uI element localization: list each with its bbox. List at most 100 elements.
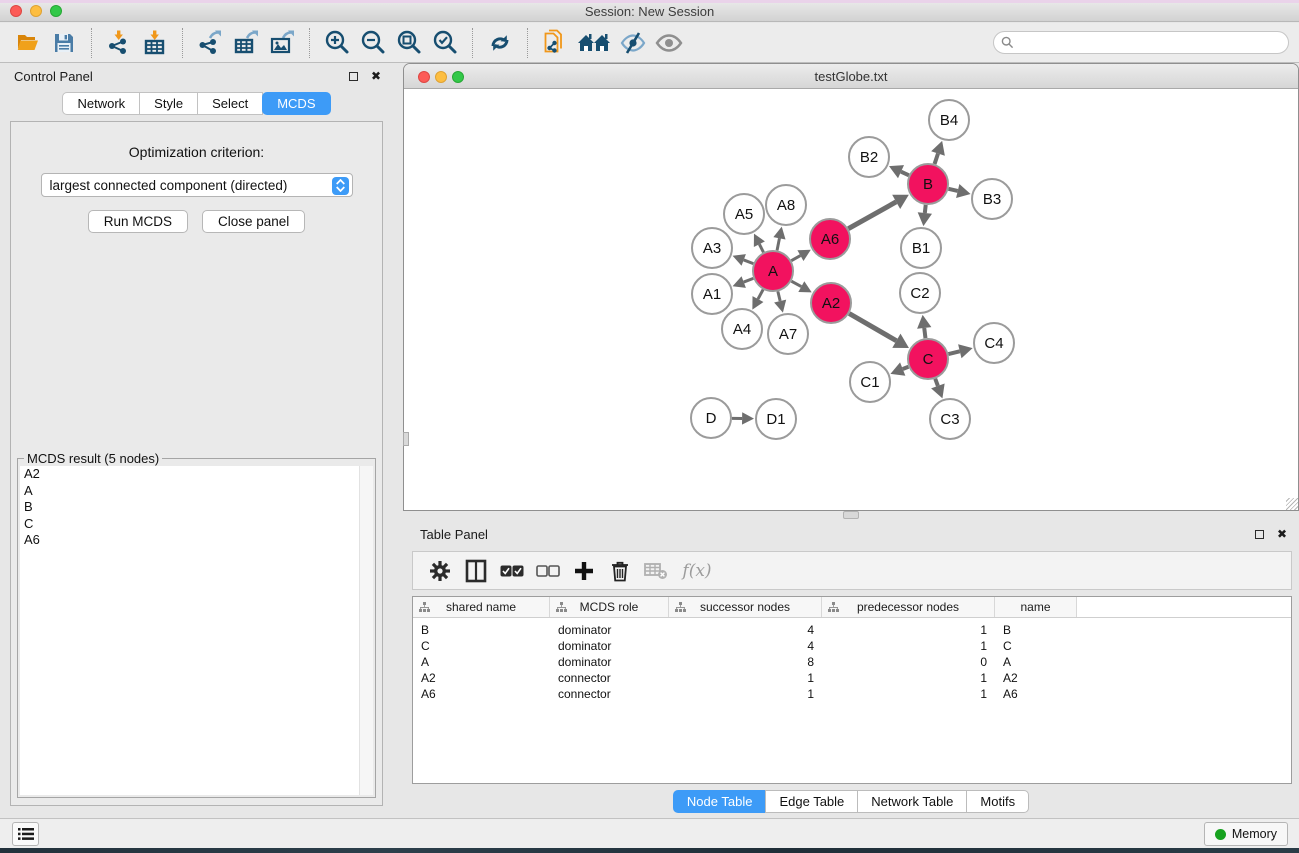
window-resize-grip[interactable] bbox=[1286, 498, 1298, 510]
result-item[interactable]: B bbox=[20, 499, 373, 516]
column-header-shared-name[interactable]: shared name bbox=[413, 597, 550, 617]
horizontal-divider[interactable] bbox=[403, 511, 1299, 521]
home-button[interactable] bbox=[573, 26, 615, 60]
tab-select[interactable]: Select bbox=[197, 92, 263, 115]
edge-A-A5[interactable] bbox=[759, 244, 763, 252]
cell-successor-nodes[interactable]: 4 bbox=[669, 639, 822, 653]
edge-B-B2[interactable] bbox=[901, 172, 909, 176]
tab-node-table[interactable]: Node Table bbox=[673, 790, 767, 813]
cell-successor-nodes[interactable]: 8 bbox=[669, 655, 822, 669]
edge-A-A2[interactable] bbox=[791, 281, 801, 286]
tab-style[interactable]: Style bbox=[139, 92, 198, 115]
export-network-button[interactable] bbox=[192, 26, 228, 60]
mcds-result-list[interactable]: A2ABCA6 bbox=[20, 466, 373, 795]
edge-B-B4[interactable] bbox=[935, 153, 938, 164]
export-image-button[interactable] bbox=[264, 26, 300, 60]
cell-predecessor-nodes[interactable]: 0 bbox=[822, 655, 995, 669]
create-column-button[interactable] bbox=[569, 556, 599, 586]
result-item[interactable]: A2 bbox=[20, 466, 373, 483]
network-graph[interactable]: AA1A2A3A4A5A6A7A8BB1B2B3B4CC1C2C3C4DD1 bbox=[404, 89, 1298, 510]
search-input[interactable] bbox=[1018, 33, 1288, 52]
open-session-button[interactable] bbox=[10, 26, 46, 60]
function-builder-button[interactable]: f(x) bbox=[677, 556, 717, 586]
zoom-out-button[interactable] bbox=[355, 26, 391, 60]
float-panel-icon[interactable] bbox=[349, 72, 358, 81]
cell-shared-name[interactable]: A6 bbox=[413, 687, 550, 701]
edge-A6-B[interactable] bbox=[848, 202, 896, 229]
cell-name[interactable]: A2 bbox=[995, 671, 1077, 685]
edge-C-C1[interactable] bbox=[903, 367, 909, 369]
column-header-name[interactable]: name bbox=[995, 597, 1077, 617]
edge-B-B1[interactable] bbox=[925, 205, 926, 213]
edge-A-A1[interactable] bbox=[744, 278, 754, 282]
cell-successor-nodes[interactable]: 1 bbox=[669, 671, 822, 685]
save-session-button[interactable] bbox=[46, 26, 82, 60]
cell-successor-nodes[interactable]: 4 bbox=[669, 623, 822, 637]
edge-A-A8[interactable] bbox=[777, 238, 779, 250]
zoom-in-button[interactable] bbox=[319, 26, 355, 60]
cell-shared-name[interactable]: B bbox=[413, 623, 550, 637]
edge-A-A6[interactable] bbox=[791, 256, 800, 261]
hide-selected-button[interactable] bbox=[615, 26, 651, 60]
result-item[interactable]: A6 bbox=[20, 532, 373, 549]
edge-C-C4[interactable] bbox=[948, 351, 959, 354]
cell-shared-name[interactable]: C bbox=[413, 639, 550, 653]
tab-mcds[interactable]: MCDS bbox=[262, 92, 330, 115]
select-all-rows-button[interactable] bbox=[497, 556, 527, 586]
cell-predecessor-nodes[interactable]: 1 bbox=[822, 623, 995, 637]
window-edge-grip[interactable] bbox=[403, 432, 409, 446]
cell-name[interactable]: C bbox=[995, 639, 1077, 653]
zoom-fit-button[interactable] bbox=[391, 26, 427, 60]
edge-C-C2[interactable] bbox=[924, 328, 925, 338]
zoom-selected-button[interactable] bbox=[427, 26, 463, 60]
memory-button[interactable]: Memory bbox=[1204, 822, 1288, 846]
table-row[interactable]: A2connector11A2 bbox=[413, 670, 1291, 686]
float-panel-icon[interactable] bbox=[1255, 530, 1264, 539]
column-header-MCDS-role[interactable]: MCDS role bbox=[550, 597, 669, 617]
scrollbar-track[interactable] bbox=[359, 466, 373, 795]
tab-network-table[interactable]: Network Table bbox=[857, 790, 967, 813]
run-mcds-button[interactable]: Run MCDS bbox=[88, 210, 188, 233]
cell-shared-name[interactable]: A bbox=[413, 655, 550, 669]
close-panel-button[interactable]: Close panel bbox=[202, 210, 305, 233]
result-item[interactable]: C bbox=[20, 516, 373, 533]
edge-A-A4[interactable] bbox=[758, 290, 763, 300]
column-header-predecessor-nodes[interactable]: predecessor nodes bbox=[822, 597, 995, 617]
edge-A2-C[interactable] bbox=[849, 313, 896, 340]
cell-MCDS-role[interactable]: dominator bbox=[550, 623, 669, 637]
import-network-button[interactable] bbox=[101, 26, 137, 60]
edge-C-C3[interactable] bbox=[935, 379, 938, 386]
deselect-all-rows-button[interactable] bbox=[533, 556, 563, 586]
search-field[interactable] bbox=[993, 31, 1289, 54]
network-from-file-button[interactable] bbox=[537, 26, 573, 60]
cell-MCDS-role[interactable]: dominator bbox=[550, 639, 669, 653]
show-columns-button[interactable] bbox=[461, 556, 491, 586]
cell-MCDS-role[interactable]: connector bbox=[550, 671, 669, 685]
refresh-button[interactable] bbox=[482, 26, 518, 60]
tab-edge-table[interactable]: Edge Table bbox=[765, 790, 858, 813]
cell-shared-name[interactable]: A2 bbox=[413, 671, 550, 685]
table-row[interactable]: Bdominator41B bbox=[413, 622, 1291, 638]
edge-A-A7[interactable] bbox=[778, 291, 780, 301]
edge-B-B3[interactable] bbox=[948, 189, 957, 191]
cell-name[interactable]: A bbox=[995, 655, 1077, 669]
close-panel-icon[interactable]: ✖ bbox=[1277, 528, 1287, 540]
table-row[interactable]: A6connector11A6 bbox=[413, 686, 1291, 702]
table-settings-button[interactable] bbox=[425, 556, 455, 586]
tab-network[interactable]: Network bbox=[62, 92, 140, 115]
cell-MCDS-role[interactable]: connector bbox=[550, 687, 669, 701]
delete-column-button[interactable] bbox=[605, 556, 635, 586]
result-item[interactable]: A bbox=[20, 483, 373, 500]
cell-predecessor-nodes[interactable]: 1 bbox=[822, 639, 995, 653]
cell-successor-nodes[interactable]: 1 bbox=[669, 687, 822, 701]
network-window-titlebar[interactable]: testGlobe.txt bbox=[404, 64, 1298, 89]
tab-motifs[interactable]: Motifs bbox=[966, 790, 1029, 813]
cell-predecessor-nodes[interactable]: 1 bbox=[822, 671, 995, 685]
show-all-button[interactable] bbox=[651, 26, 687, 60]
delete-table-button[interactable] bbox=[641, 556, 671, 586]
task-history-button[interactable] bbox=[12, 822, 39, 846]
export-table-button[interactable] bbox=[228, 26, 264, 60]
optimization-criterion-dropdown[interactable]: largest connected component (directed) bbox=[41, 173, 353, 197]
import-table-button[interactable] bbox=[137, 26, 173, 60]
cell-name[interactable]: A6 bbox=[995, 687, 1077, 701]
